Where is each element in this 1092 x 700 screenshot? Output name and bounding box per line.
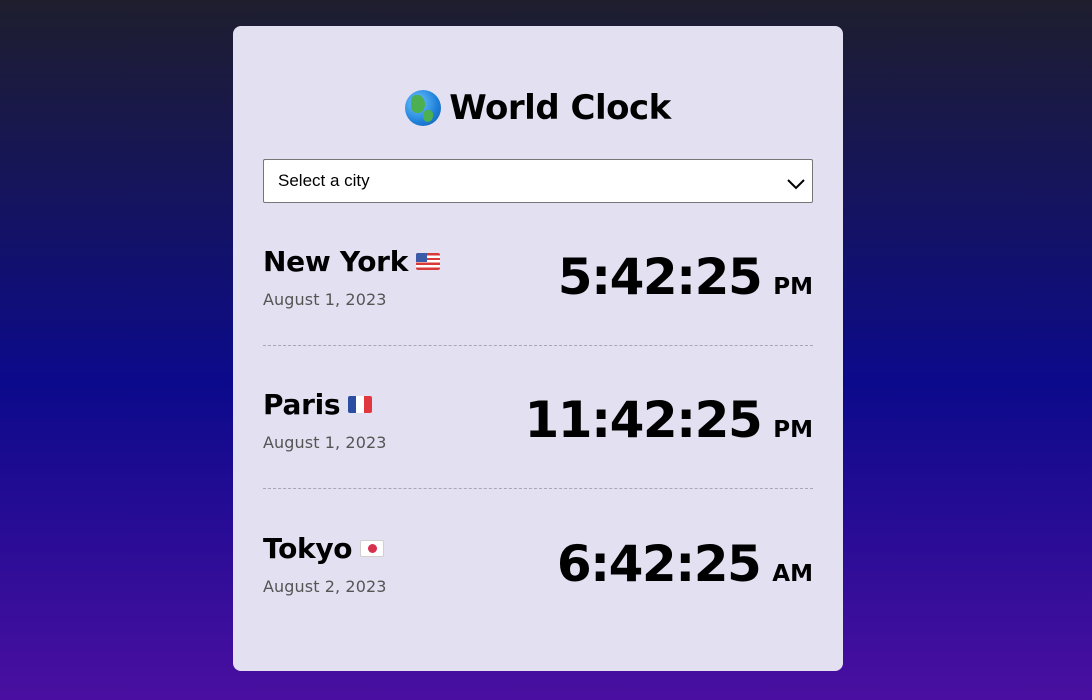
city-name: New York xyxy=(263,245,409,278)
clock-row-paris: Paris August 1, 2023 11:42:25 PM xyxy=(263,346,813,489)
clock-row-tokyo: Tokyo August 2, 2023 6:42:25 AM xyxy=(263,489,813,632)
city-info: Paris August 1, 2023 xyxy=(263,388,387,452)
city-select-value: Select a city xyxy=(278,171,370,190)
us-flag-icon xyxy=(416,253,441,270)
city-name: Tokyo xyxy=(263,531,353,565)
time-display: 6:42:25 AM xyxy=(557,535,813,593)
clock-time: 11:42:25 xyxy=(524,391,763,449)
globe-icon xyxy=(405,90,442,126)
clock-period: AM xyxy=(772,560,813,587)
city-date: August 1, 2023 xyxy=(263,433,387,452)
city-date: August 1, 2023 xyxy=(263,290,387,309)
clock-time: 6:42:25 xyxy=(556,534,762,593)
time-display: 11:42:25 PM xyxy=(525,391,813,449)
clock-period: PM xyxy=(773,274,813,300)
france-flag-icon xyxy=(348,396,373,413)
chevron-down-icon xyxy=(786,175,806,190)
clock-list: New York August 1, 2023 5:42:25 PM Paris… xyxy=(263,203,813,632)
city-info: New York August 1, 2023 xyxy=(263,245,441,309)
time-display: 5:42:25 PM xyxy=(558,248,813,306)
page-title-text: World Clock xyxy=(449,88,671,128)
city-date: August 2, 2023 xyxy=(263,576,387,596)
city-select[interactable]: Select a city xyxy=(263,159,813,203)
page-title: World Clock xyxy=(263,88,813,128)
city-name: Paris xyxy=(263,388,341,421)
clock-time: 5:42:25 xyxy=(557,248,763,306)
clock-period: PM xyxy=(773,417,813,443)
clock-row-new-york: New York August 1, 2023 5:42:25 PM xyxy=(263,203,813,346)
world-clock-card: World Clock Select a city New York Augus… xyxy=(233,26,843,671)
japan-flag-icon xyxy=(360,539,385,557)
city-info: Tokyo August 2, 2023 xyxy=(263,532,387,596)
